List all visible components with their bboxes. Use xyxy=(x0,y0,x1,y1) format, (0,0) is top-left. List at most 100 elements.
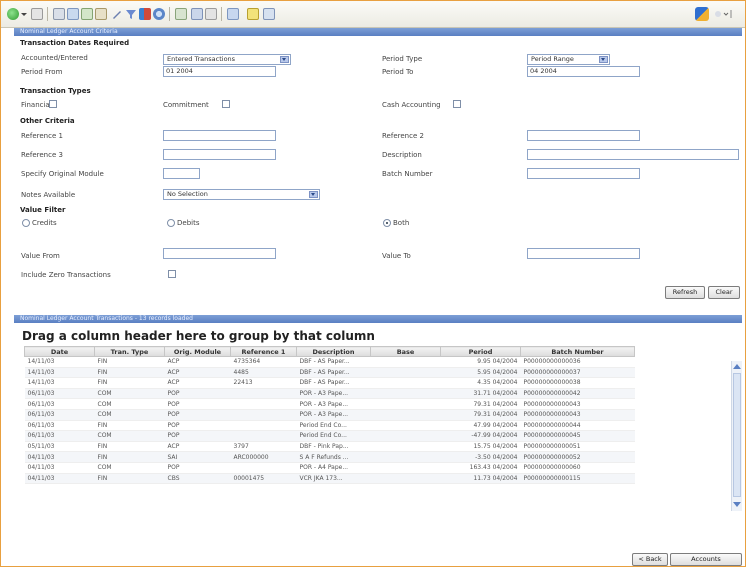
cell-base-period: 47.99 04/2004 xyxy=(370,420,521,432)
table-row[interactable]: 14/11/03 FIN ACP 22413 DBF - AS Paper... 4.35… xyxy=(24,377,635,389)
reference3-field[interactable] xyxy=(163,149,276,160)
table-row[interactable]: 04/11/03 FIN SAI ARC000000 S A F Refunds ...… xyxy=(24,451,635,463)
column-header-batch-number[interactable]: Batch Number xyxy=(520,346,635,357)
cell-tran-type: FIN xyxy=(94,441,165,453)
table-row[interactable]: 14/11/03 FIN ACP 4485 DBF - AS Paper... 5.95 … xyxy=(24,367,635,379)
refresh-icon[interactable] xyxy=(153,8,165,20)
list-icon[interactable] xyxy=(81,8,93,20)
print-icon[interactable] xyxy=(53,8,65,20)
table-row[interactable]: 06/11/03 COM POP POR - A3 Pape... 79.31 04/2… xyxy=(24,409,635,421)
help-icon[interactable] xyxy=(713,7,735,21)
save-icon[interactable] xyxy=(191,8,203,20)
view-icon[interactable] xyxy=(227,8,239,20)
table-row[interactable]: 06/11/03 COM POP POR - A3 Pape... 79.31 04/2… xyxy=(24,398,635,410)
specify-module-field[interactable] xyxy=(163,168,200,179)
cell-orig-module: ACP xyxy=(164,356,231,368)
table-icon[interactable] xyxy=(95,8,107,20)
cell-date: 14/11/03 xyxy=(24,377,95,389)
filter-icon[interactable] xyxy=(125,8,137,20)
cell-batch-number: P00000000000045 xyxy=(520,430,635,442)
period-type-label: Period Type xyxy=(382,55,423,63)
export-icon[interactable] xyxy=(175,8,187,20)
column-header-date[interactable]: Date xyxy=(24,346,95,357)
period-from-label: Period From xyxy=(21,68,63,76)
back-button[interactable]: < Back xyxy=(632,553,668,566)
period-to-field[interactable]: 04 2004 xyxy=(527,66,640,77)
dropdown-arrow-icon[interactable] xyxy=(21,8,27,20)
cash-accounting-label: Cash Accounting xyxy=(382,101,441,109)
chevron-down-icon[interactable] xyxy=(309,191,318,198)
scrollbar-thumb[interactable] xyxy=(733,373,741,497)
results-scrollbar[interactable] xyxy=(731,361,742,511)
back-icon[interactable] xyxy=(7,8,19,20)
credits-radio[interactable] xyxy=(22,219,30,227)
grid-icon[interactable] xyxy=(67,8,79,20)
scroll-down-icon[interactable] xyxy=(733,502,741,507)
cell-orig-module: CBS xyxy=(164,473,231,485)
description-field[interactable] xyxy=(527,149,739,160)
reference1-field[interactable] xyxy=(163,130,276,141)
financial-checkbox[interactable] xyxy=(49,100,57,108)
cell-tran-type: FIN xyxy=(94,367,165,379)
notes-available-value: No Selection xyxy=(167,190,208,198)
copy-icon[interactable] xyxy=(205,8,217,20)
reference2-field[interactable] xyxy=(527,130,640,141)
scroll-up-icon[interactable] xyxy=(733,364,741,369)
cell-reference1 xyxy=(230,388,297,400)
accounts-button[interactable]: Accounts xyxy=(670,553,742,566)
dates-select[interactable]: Entered Transactions xyxy=(163,54,291,65)
cell-batch-number: P00000000000060 xyxy=(520,462,635,474)
table-row[interactable]: 05/11/03 FIN ACP 3797 DBF - Pink Pap... 15.75… xyxy=(24,441,635,453)
chevron-down-icon[interactable] xyxy=(599,56,608,63)
debits-radio[interactable] xyxy=(167,219,175,227)
table-row[interactable]: 06/11/03 COM POP Period End Co... -47.99 04/… xyxy=(24,430,635,442)
column-header-period[interactable]: Period xyxy=(440,346,521,357)
chart-icon[interactable] xyxy=(139,8,151,20)
cell-description: DBF - Pink Pap... xyxy=(296,441,371,453)
cell-batch-number: P00000000000038 xyxy=(520,377,635,389)
period-from-field[interactable]: 01 2004 xyxy=(163,66,276,77)
description-label: Description xyxy=(382,151,422,159)
cell-reference1 xyxy=(230,409,297,421)
cell-orig-module: POP xyxy=(164,388,231,400)
batch-number-field[interactable] xyxy=(527,168,640,179)
home-icon[interactable] xyxy=(31,8,43,20)
value-to-field[interactable] xyxy=(527,248,640,259)
value-to-label: Value To xyxy=(382,252,411,260)
cell-tran-type: COM xyxy=(94,409,165,421)
edit-icon[interactable] xyxy=(111,8,123,20)
toolbar-icon[interactable] xyxy=(695,7,709,21)
dates-select-value: Entered Transactions xyxy=(167,55,236,63)
table-row[interactable]: 04/11/03 COM POP POR - A4 Pape... 163.43 04/… xyxy=(24,462,635,474)
cell-reference1: 22413 xyxy=(230,377,297,389)
column-header-tran-type[interactable]: Tran. Type xyxy=(94,346,165,357)
include-zero-checkbox[interactable] xyxy=(168,270,176,278)
cell-reference1 xyxy=(230,398,297,410)
value-from-field[interactable] xyxy=(163,248,276,259)
note-icon[interactable] xyxy=(247,8,259,20)
period-type-select[interactable]: Period Range xyxy=(527,54,610,65)
clear-button[interactable]: Clear xyxy=(708,286,740,299)
column-header-description[interactable]: Description xyxy=(296,346,371,357)
notes-available-select[interactable]: No Selection xyxy=(163,189,320,200)
cell-tran-type: COM xyxy=(94,398,165,410)
table-row[interactable]: 14/11/03 FIN ACP 4735364 DBF - AS Paper... 9.… xyxy=(24,356,635,368)
chevron-down-icon[interactable] xyxy=(280,56,289,63)
table-row[interactable]: 04/11/03 FIN CBS 00001475 VCR JKA 173... 11.7… xyxy=(24,473,635,485)
window-icon[interactable] xyxy=(263,8,275,20)
table-row[interactable]: 06/11/03 COM POP POR - A3 Pape... 31.71 04/2… xyxy=(24,388,635,400)
financial-label: Financial xyxy=(21,101,52,109)
cell-batch-number: P00000000000043 xyxy=(520,398,635,410)
refresh-button[interactable]: Refresh xyxy=(665,286,705,299)
column-header-reference1[interactable]: Reference 1 xyxy=(230,346,297,357)
both-radio[interactable] xyxy=(383,219,391,227)
cell-base-period: 4.35 04/2004 xyxy=(370,377,521,389)
table-row[interactable]: 06/11/03 FIN POP Period End Co... 47.99 04/2… xyxy=(24,420,635,432)
commitment-label: Commitment xyxy=(163,101,209,109)
commitment-checkbox[interactable] xyxy=(222,100,230,108)
cell-date: 04/11/03 xyxy=(24,462,95,474)
column-header-orig-module[interactable]: Orig. Module xyxy=(164,346,231,357)
include-zero-label: Include Zero Transactions xyxy=(21,271,111,279)
cash-accounting-checkbox[interactable] xyxy=(453,100,461,108)
column-header-base[interactable]: Base xyxy=(370,346,441,357)
